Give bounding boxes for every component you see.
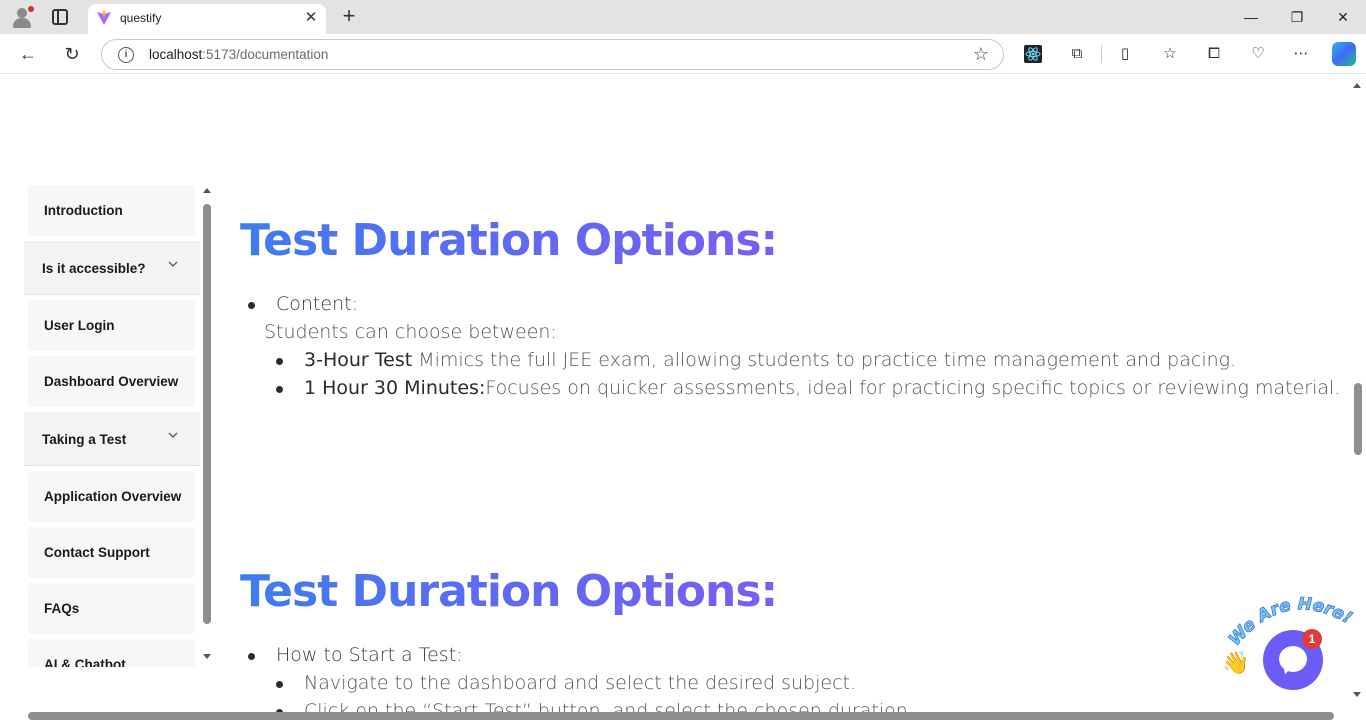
url-host: localhost bbox=[149, 47, 203, 62]
list-bullet bbox=[276, 358, 283, 365]
documentation-page: Introduction Is it accessible? User Logi… bbox=[0, 75, 1366, 720]
close-window-button[interactable]: ✕ bbox=[1331, 6, 1355, 28]
favorites-icon[interactable]: ☆ bbox=[1160, 44, 1180, 64]
list-bullet bbox=[276, 681, 283, 688]
sidebar-item-label: Contact Support bbox=[44, 545, 150, 560]
chevron-down-icon bbox=[168, 432, 178, 438]
more-options-icon[interactable]: ⋯ bbox=[1291, 44, 1311, 64]
copilot-icon[interactable] bbox=[1332, 42, 1356, 66]
url-path: :5173/documentation bbox=[202, 47, 329, 62]
waving-hand-icon: 👋 bbox=[1222, 650, 1250, 675]
scroll-down-arrow-icon[interactable] bbox=[203, 654, 211, 659]
tab-title: questify bbox=[120, 11, 162, 25]
close-tab-icon[interactable]: ✕ bbox=[301, 8, 321, 28]
list-item-text: Focuses on quicker assessments, ideal fo… bbox=[485, 377, 1341, 399]
browser-toolbar: ← ↻ i localhost:5173/documentation ☆ ⧉ ▯… bbox=[0, 34, 1366, 74]
list-bullet bbox=[276, 386, 283, 393]
sidebar-item-application-overview[interactable]: Application Overview bbox=[28, 471, 195, 522]
page-horizontal-scrollbar[interactable] bbox=[22, 710, 1342, 720]
sidebar-group-taking-a-test[interactable]: Taking a Test bbox=[24, 412, 200, 466]
notification-badge: 1 bbox=[1302, 629, 1322, 649]
sidebar-item-label: FAQs bbox=[44, 601, 80, 616]
site-info-icon[interactable]: i bbox=[118, 47, 134, 63]
section-heading: Test Duration Options: bbox=[240, 215, 778, 266]
section-intro: Students can choose between: bbox=[264, 321, 557, 343]
list-item: 1 Hour 30 Minutes:Focuses on quicker ass… bbox=[304, 377, 1340, 399]
sidebar-item-label: Introduction bbox=[44, 203, 123, 218]
reload-icon[interactable]: ↻ bbox=[60, 42, 84, 66]
section-heading: Test Duration Options: bbox=[240, 566, 778, 617]
scroll-down-arrow-icon[interactable] bbox=[1353, 692, 1361, 697]
sidebar-item-introduction[interactable]: Introduction bbox=[28, 185, 195, 236]
back-arrow-icon[interactable]: ← bbox=[16, 42, 40, 66]
restore-button[interactable]: ❐ bbox=[1285, 6, 1309, 28]
scroll-up-arrow-icon[interactable] bbox=[203, 188, 211, 193]
profile-icon[interactable] bbox=[10, 6, 34, 28]
chat-bubble-icon bbox=[1279, 646, 1307, 672]
toolbar-divider bbox=[1101, 45, 1102, 63]
list-item: Navigate to the dashboard and select the… bbox=[304, 672, 857, 694]
sidebar-item-faqs[interactable]: FAQs bbox=[28, 583, 195, 634]
bullet-title: Content: bbox=[276, 293, 358, 315]
sidebar-item-label: AI & Chatbot bbox=[44, 657, 126, 667]
list-bullet bbox=[248, 653, 255, 660]
sidebar-group-is-it-accessible[interactable]: Is it accessible? bbox=[24, 241, 200, 295]
favorite-star-icon[interactable]: ☆ bbox=[973, 44, 989, 65]
address-url: localhost:5173/documentation bbox=[149, 47, 328, 62]
horizontal-scroll-thumb[interactable] bbox=[28, 712, 1334, 720]
address-bar[interactable]: i localhost:5173/documentation ☆ bbox=[101, 39, 1004, 70]
list-item-strong: 1 Hour 30 Minutes: bbox=[304, 377, 486, 399]
page-scroll-thumb[interactable] bbox=[1354, 383, 1362, 455]
tab-actions-icon[interactable] bbox=[52, 9, 68, 25]
sidebar-item-ai-chatbot[interactable]: AI & Chatbot bbox=[28, 639, 195, 667]
sidebar-item-label: Is it accessible? bbox=[42, 261, 146, 276]
collections-icon[interactable]: ⧠ bbox=[1204, 44, 1224, 64]
sidebar-item-label: Application Overview bbox=[44, 489, 182, 504]
chevron-down-icon bbox=[168, 261, 178, 267]
sidebar-item-dashboard-overview[interactable]: Dashboard Overview bbox=[28, 356, 195, 407]
split-screen-icon[interactable]: ▯ bbox=[1115, 44, 1135, 64]
list-item-strong: 3-Hour Test bbox=[304, 349, 413, 371]
browser-tab-questify[interactable]: questify ✕ bbox=[88, 4, 326, 34]
extensions-icon[interactable]: ⧉ bbox=[1067, 44, 1087, 64]
sidebar-scrollbar[interactable] bbox=[200, 188, 214, 666]
docs-sidebar: Introduction Is it accessible? User Logi… bbox=[22, 185, 200, 667]
sidebar-item-contact-support[interactable]: Contact Support bbox=[28, 527, 195, 578]
list-item-text: Mimics the full JEE exam, allowing stude… bbox=[412, 349, 1237, 371]
new-tab-button[interactable]: + bbox=[338, 5, 360, 27]
browser-essentials-icon[interactable]: ♡ bbox=[1248, 44, 1268, 64]
sidebar-item-label: Taking a Test bbox=[42, 432, 127, 447]
scroll-up-arrow-icon[interactable] bbox=[1353, 83, 1361, 88]
sidebar-item-label: User Login bbox=[44, 318, 115, 333]
bullet-title: How to Start a Test: bbox=[276, 644, 463, 666]
sidebar-scroll-thumb[interactable] bbox=[203, 204, 211, 624]
browser-tab-bar: questify ✕ + — ❐ ✕ bbox=[0, 0, 1366, 34]
react-devtools-icon[interactable] bbox=[1024, 45, 1042, 63]
list-item: 3-Hour Test Mimics the full JEE exam, al… bbox=[304, 349, 1236, 371]
vite-logo-icon bbox=[97, 11, 111, 25]
sidebar-item-user-login[interactable]: User Login bbox=[28, 300, 195, 351]
minimize-button[interactable]: — bbox=[1239, 6, 1263, 28]
list-bullet bbox=[248, 302, 255, 309]
sidebar-item-label: Dashboard Overview bbox=[44, 374, 179, 389]
